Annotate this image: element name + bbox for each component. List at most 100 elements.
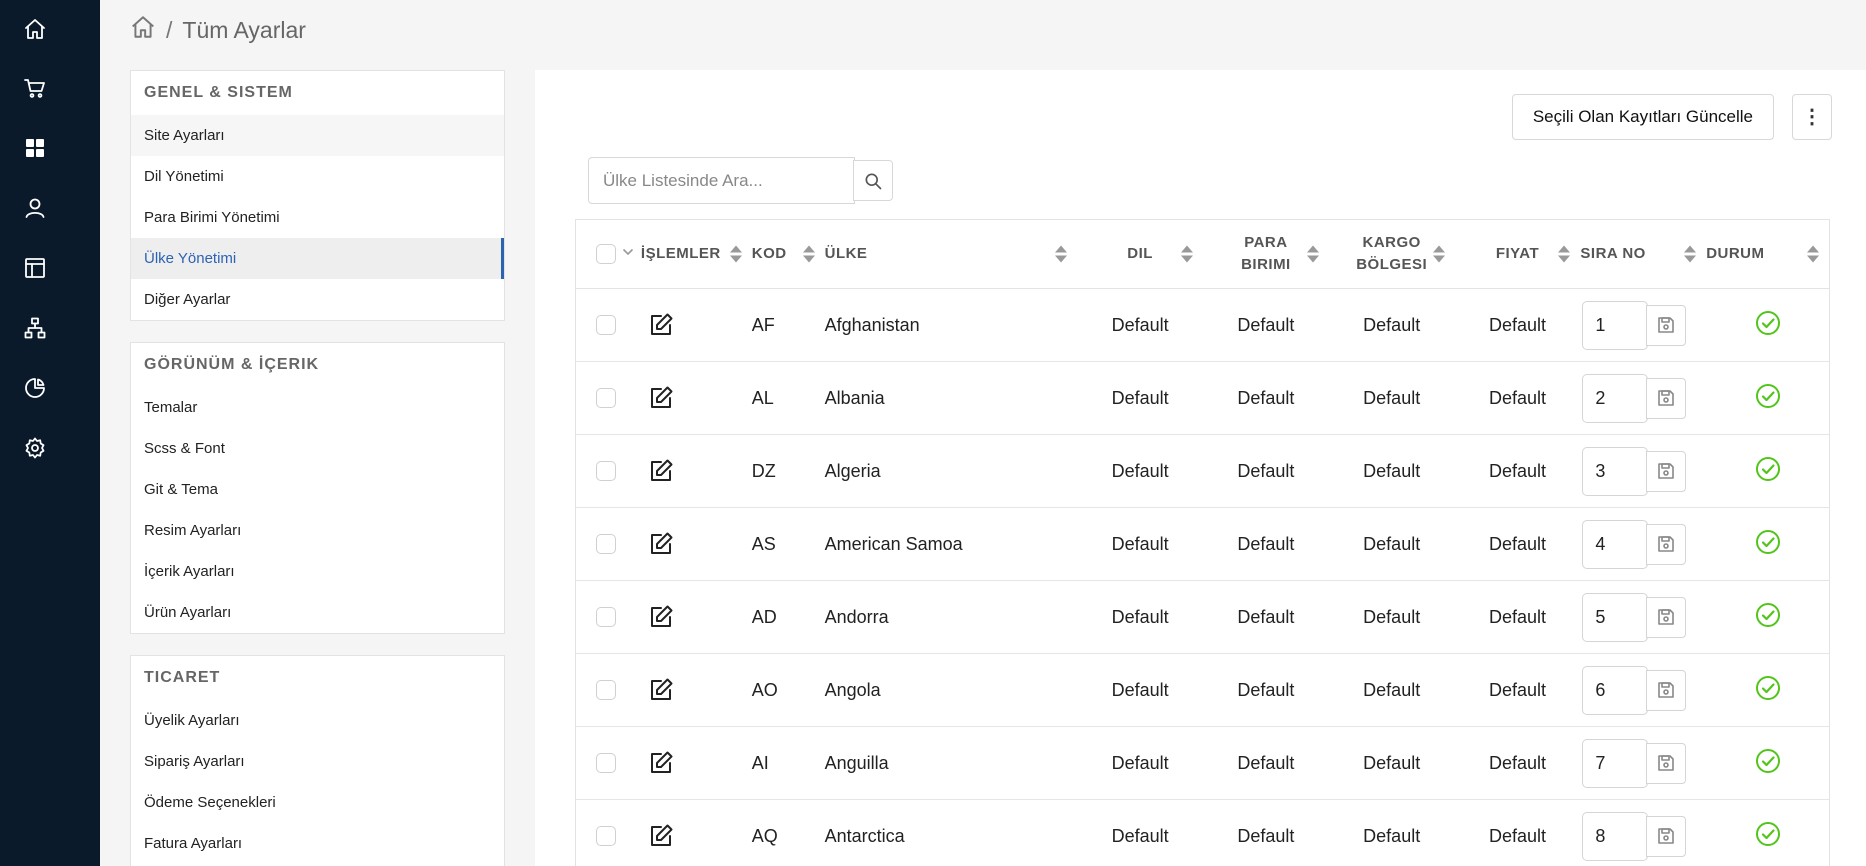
nav-item-para-birimi[interactable]: Para Birimi Yönetimi [131,197,504,238]
sort-order-input[interactable] [1582,738,1649,788]
row-checkbox[interactable] [596,680,616,700]
search-input[interactable] [588,157,855,204]
save-order-button[interactable] [1646,523,1687,565]
row-actions-cell [641,289,752,361]
edit-icon[interactable] [647,603,675,631]
header-durum[interactable]: DURUM [1706,220,1829,288]
row-checkbox[interactable] [596,607,616,627]
save-icon [1658,682,1675,698]
nav-item-temalar[interactable]: Temalar [131,387,504,428]
save-order-button[interactable] [1646,815,1687,857]
nav-item-uyelik-ayarlari[interactable]: Üyelik Ayarları [131,700,504,741]
chevron-down-icon[interactable] [622,245,634,257]
nav-item-siparis-ayarlari[interactable]: Sipariş Ayarları [131,741,504,782]
edit-icon[interactable] [647,384,675,412]
breadcrumb-separator: / [166,16,173,43]
status-active-icon[interactable] [1754,601,1782,634]
header-kargo-bolgesi[interactable]: KARGO BÖLGESI [1329,220,1455,288]
nav-item-urun-ayarlari[interactable]: Ürün Ayarları [131,592,504,633]
user-icon[interactable] [21,194,49,222]
status-active-icon[interactable] [1754,820,1782,853]
update-selected-button[interactable]: Seçili Olan Kayıtları Güncelle [1511,94,1774,140]
status-active-icon[interactable] [1754,382,1782,415]
row-checkbox[interactable] [596,534,616,554]
row-actions-cell [641,508,752,580]
row-checkbox[interactable] [596,461,616,481]
layout-icon[interactable] [21,254,49,282]
row-select-cell [576,289,641,361]
cart-icon[interactable] [21,74,49,102]
header-para-birimi[interactable]: PARA BIRIMI [1203,220,1329,288]
row-checkbox[interactable] [596,315,616,335]
edit-icon[interactable] [647,822,675,850]
header-islemler[interactable]: İŞLEMLER [641,220,752,288]
settings-icon[interactable] [21,434,49,462]
header-dil[interactable]: DIL [1077,220,1203,288]
more-options-button[interactable]: ⋮ [1792,94,1832,140]
status-active-icon[interactable] [1754,747,1782,780]
shipping-region-value: Default [1363,679,1421,700]
save-order-button[interactable] [1646,742,1687,784]
row-checkbox[interactable] [596,388,616,408]
grid-icon[interactable] [21,134,49,162]
nav-item-ulke-yonetimi[interactable]: Ülke Yönetimi [131,238,504,279]
sort-order-input[interactable] [1582,373,1649,423]
status-active-icon[interactable] [1754,309,1782,342]
nav-item-git-tema[interactable]: Git & Tema [131,469,504,510]
status-active-icon[interactable] [1754,455,1782,488]
nav-item-odeme-secenekleri[interactable]: Ödeme Seçenekleri [131,782,504,823]
sort-order-field [1582,592,1687,642]
sort-order-input[interactable] [1582,446,1649,496]
breadcrumb-home-icon[interactable] [130,14,156,46]
sort-order-input[interactable] [1582,811,1649,861]
language-value: Default [1111,533,1169,554]
nav-item-diger-ayarlar[interactable]: Diğer Ayarlar [131,279,504,320]
nav-item-resim-ayarlari[interactable]: Resim Ayarları [131,510,504,551]
header-kod[interactable]: KOD [752,220,825,288]
header-sira-no[interactable]: SIRA NO [1580,220,1706,288]
save-order-button[interactable] [1646,596,1687,638]
select-all-checkbox[interactable] [596,244,616,264]
sort-order-input[interactable] [1582,519,1649,569]
country-code: AQ [751,825,778,846]
more-vertical-icon: ⋮ [1802,106,1822,128]
save-order-button[interactable] [1646,669,1687,711]
nav-item-icerik-ayarlari[interactable]: İçerik Ayarları [131,551,504,592]
header-fiyat[interactable]: FIYAT [1455,220,1581,288]
currency-value: Default [1237,752,1295,773]
price-value: Default [1488,460,1547,481]
country-name: Afghanistan [824,314,920,335]
sitemap-icon[interactable] [21,314,49,342]
row-select-cell [576,508,641,580]
save-order-button[interactable] [1646,304,1687,346]
edit-icon[interactable] [647,749,675,777]
pie-chart-icon[interactable] [21,374,49,402]
sort-icon [729,245,742,263]
nav-item-fatura-ayarlari[interactable]: Fatura Ayarları [131,823,504,864]
row-checkbox[interactable] [596,826,616,846]
nav-item-dil-yonetimi[interactable]: Dil Yönetimi [131,156,504,197]
sort-order-field [1582,665,1687,715]
sort-order-input[interactable] [1582,300,1649,350]
edit-icon[interactable] [647,311,675,339]
sort-order-input[interactable] [1582,665,1649,715]
status-active-icon[interactable] [1754,528,1782,561]
nav-item-scss-font[interactable]: Scss & Font [131,428,504,469]
nav-item-site-ayarlari[interactable]: Site Ayarları [131,115,504,156]
price-value: Default [1488,825,1547,846]
save-order-button[interactable] [1646,450,1687,492]
save-icon [1658,536,1675,552]
row-actions-cell [641,435,752,507]
search-button[interactable] [853,160,893,201]
edit-icon[interactable] [647,676,675,704]
save-order-button[interactable] [1646,377,1687,419]
edit-icon[interactable] [647,530,675,558]
currency-value: Default [1237,606,1295,627]
home-icon[interactable] [21,15,49,43]
status-active-icon[interactable] [1754,674,1782,707]
sort-order-input[interactable] [1582,592,1649,642]
edit-icon[interactable] [647,457,675,485]
header-ulke[interactable]: ÜLKE [825,220,1078,288]
row-checkbox[interactable] [596,753,616,773]
language-value: Default [1111,314,1169,335]
